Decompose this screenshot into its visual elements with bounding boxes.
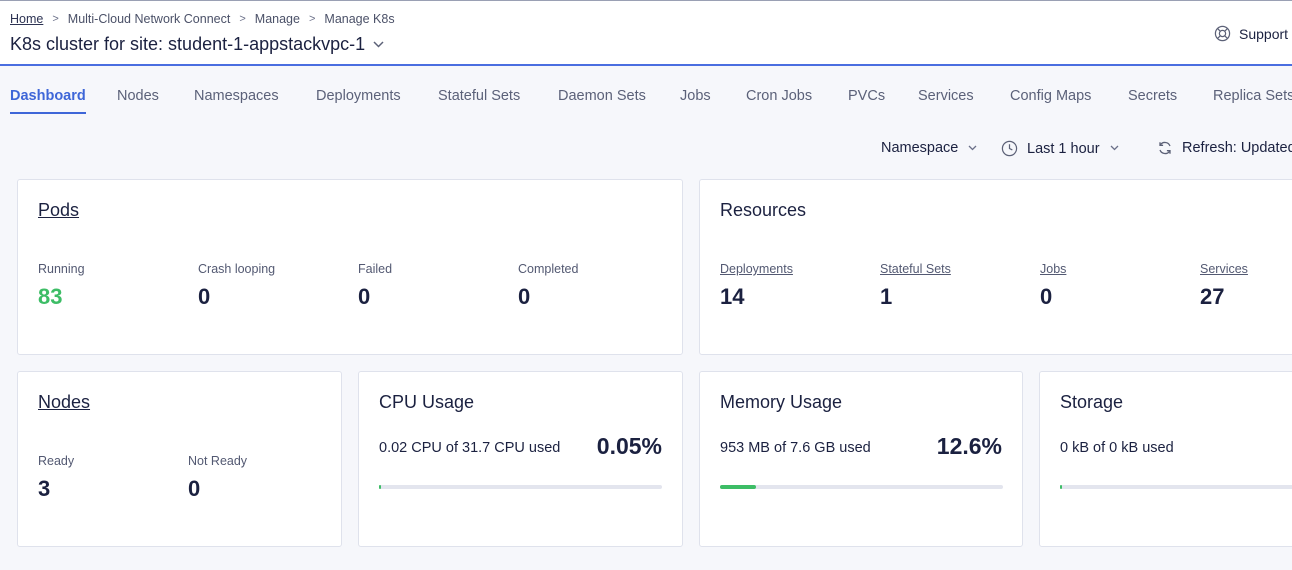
memory-usage-card: Memory Usage 953 MB of 7.6 GB used 12.6% bbox=[699, 371, 1023, 547]
support-button[interactable]: Support bbox=[1214, 25, 1288, 42]
breadcrumb-home-link[interactable]: Home bbox=[10, 12, 43, 26]
pods-stat-failed: Failed 0 bbox=[358, 262, 392, 310]
page-header: Home > Multi-Cloud Network Connect > Man… bbox=[0, 0, 1292, 66]
stat-value: 0 bbox=[358, 284, 371, 309]
nodes-card: Nodes Ready 3 Not Ready 0 bbox=[17, 371, 342, 547]
cpu-usage-percent: 0.05% bbox=[596, 433, 662, 459]
storage-usage-bar-fill bbox=[1060, 485, 1062, 489]
tab-services[interactable]: Services bbox=[918, 88, 974, 104]
stat-value: 14 bbox=[720, 284, 745, 309]
refresh-icon bbox=[1159, 141, 1171, 155]
resources-stat-services: Services 27 bbox=[1200, 262, 1248, 310]
tab-deployments[interactable]: Deployments bbox=[316, 88, 401, 104]
tab-jobs[interactable]: Jobs bbox=[680, 88, 711, 104]
tab-replica-sets[interactable]: Replica Sets bbox=[1213, 88, 1292, 104]
storage-title: Storage bbox=[1060, 392, 1124, 412]
storage-card: Storage 0 kB of 0 kB used bbox=[1039, 371, 1292, 547]
stat-label: Running bbox=[38, 262, 85, 276]
chevron-right-icon: > bbox=[239, 13, 246, 25]
stat-value: 27 bbox=[1200, 284, 1225, 309]
tab-nodes[interactable]: Nodes bbox=[117, 88, 159, 104]
stat-label: Failed bbox=[358, 262, 393, 276]
chevron-down-icon bbox=[1110, 143, 1128, 154]
pods-card: Pods Running 83 Crash looping 0 Failed 0… bbox=[17, 179, 683, 355]
time-range-select[interactable]: Last 1 hour bbox=[1001, 140, 1128, 157]
stat-value: 83 bbox=[38, 284, 63, 309]
services-link[interactable]: Services bbox=[1200, 262, 1248, 276]
cpu-usage-bar-fill bbox=[379, 485, 381, 489]
cpu-usage-card: CPU Usage 0.02 CPU of 31.7 CPU used 0.05… bbox=[358, 371, 683, 547]
resources-title: Resources bbox=[720, 200, 807, 220]
pods-stat-running: Running 83 bbox=[38, 262, 85, 310]
time-range-label: Last 1 hour bbox=[1027, 140, 1100, 157]
tab-dashboard[interactable]: Dashboard bbox=[10, 88, 86, 114]
breadcrumb: Home > Multi-Cloud Network Connect > Man… bbox=[10, 12, 395, 26]
nodes-title-link[interactable]: Nodes bbox=[38, 392, 90, 413]
clock-icon bbox=[1001, 140, 1018, 157]
stat-label: Not Ready bbox=[188, 454, 248, 468]
pods-stat-completed: Completed 0 bbox=[518, 262, 578, 310]
stat-value: 0 bbox=[1040, 284, 1053, 309]
tab-namespaces[interactable]: Namespaces bbox=[194, 88, 279, 104]
stat-value: 3 bbox=[38, 476, 51, 501]
pods-stat-crash-looping: Crash looping 0 bbox=[198, 262, 275, 310]
tab-bar: Dashboard Nodes Namespaces Deployments S… bbox=[0, 66, 1292, 116]
breadcrumb-item-manage-k8s: Manage K8s bbox=[324, 12, 395, 26]
refresh-label: Refresh: Updated bbox=[1182, 140, 1292, 156]
refresh-button[interactable]: Refresh: Updated bbox=[1157, 140, 1292, 156]
support-label: Support bbox=[1239, 25, 1289, 42]
cpu-usage-text: 0.02 CPU of 31.7 CPU used bbox=[379, 440, 561, 456]
stat-label: Ready bbox=[38, 454, 75, 468]
resources-stat-stateful-sets: Stateful Sets 1 bbox=[880, 262, 951, 310]
stateful-sets-link[interactable]: Stateful Sets bbox=[880, 262, 951, 276]
jobs-link[interactable]: Jobs bbox=[1040, 262, 1066, 276]
stat-value: 0 bbox=[198, 284, 211, 309]
stat-label: Completed bbox=[518, 262, 579, 276]
tab-stateful-sets[interactable]: Stateful Sets bbox=[438, 88, 520, 104]
chevron-right-icon: > bbox=[308, 13, 316, 25]
chevron-right-icon: > bbox=[52, 13, 59, 25]
stat-value: 0 bbox=[188, 476, 201, 501]
memory-usage-bar-fill bbox=[720, 485, 756, 489]
resources-stat-deployments: Deployments 14 bbox=[720, 262, 793, 310]
breadcrumb-item-manage: Manage bbox=[254, 12, 300, 26]
tab-pvcs[interactable]: PVCs bbox=[848, 88, 885, 104]
memory-usage-percent: 12.6% bbox=[936, 433, 1002, 459]
breadcrumb-item-multicloud: Multi-Cloud Network Connect bbox=[67, 12, 231, 26]
namespace-select[interactable]: Namespace bbox=[881, 140, 986, 156]
memory-usage-title: Memory Usage bbox=[720, 392, 843, 412]
storage-usage-bar bbox=[1060, 485, 1292, 489]
resources-card: Resources Deployments 14 Stateful Sets 1… bbox=[699, 179, 1292, 355]
resources-stat-jobs: Jobs 0 bbox=[1040, 262, 1066, 310]
page-title: K8s cluster for site: student-1-appstack… bbox=[10, 34, 384, 55]
pods-title-link[interactable]: Pods bbox=[38, 200, 79, 221]
stat-value: 0 bbox=[518, 284, 531, 309]
chevron-down-icon bbox=[968, 143, 986, 154]
nodes-stat-not-ready: Not Ready 0 bbox=[188, 454, 247, 502]
deployments-link[interactable]: Deployments bbox=[720, 262, 793, 276]
chevron-down-icon[interactable] bbox=[373, 39, 384, 51]
storage-usage-text: 0 kB of 0 kB used bbox=[1060, 440, 1174, 456]
tab-cron-jobs[interactable]: Cron Jobs bbox=[746, 88, 812, 104]
stat-label: Crash looping bbox=[198, 262, 276, 276]
namespace-select-label: Namespace bbox=[881, 140, 959, 156]
lifebuoy-icon bbox=[1214, 25, 1231, 42]
memory-usage-text: 953 MB of 7.6 GB used bbox=[720, 440, 871, 456]
cpu-usage-title: CPU Usage bbox=[379, 392, 475, 412]
stat-value: 1 bbox=[880, 284, 893, 309]
nodes-stat-ready: Ready 3 bbox=[38, 454, 74, 502]
memory-usage-bar bbox=[720, 485, 1003, 489]
tab-daemon-sets[interactable]: Daemon Sets bbox=[558, 88, 646, 104]
tab-config-maps[interactable]: Config Maps bbox=[1010, 88, 1091, 104]
tab-secrets[interactable]: Secrets bbox=[1128, 88, 1177, 104]
cpu-usage-bar bbox=[379, 485, 662, 489]
page-title-text: K8s cluster for site: student-1-appstack… bbox=[10, 34, 366, 54]
